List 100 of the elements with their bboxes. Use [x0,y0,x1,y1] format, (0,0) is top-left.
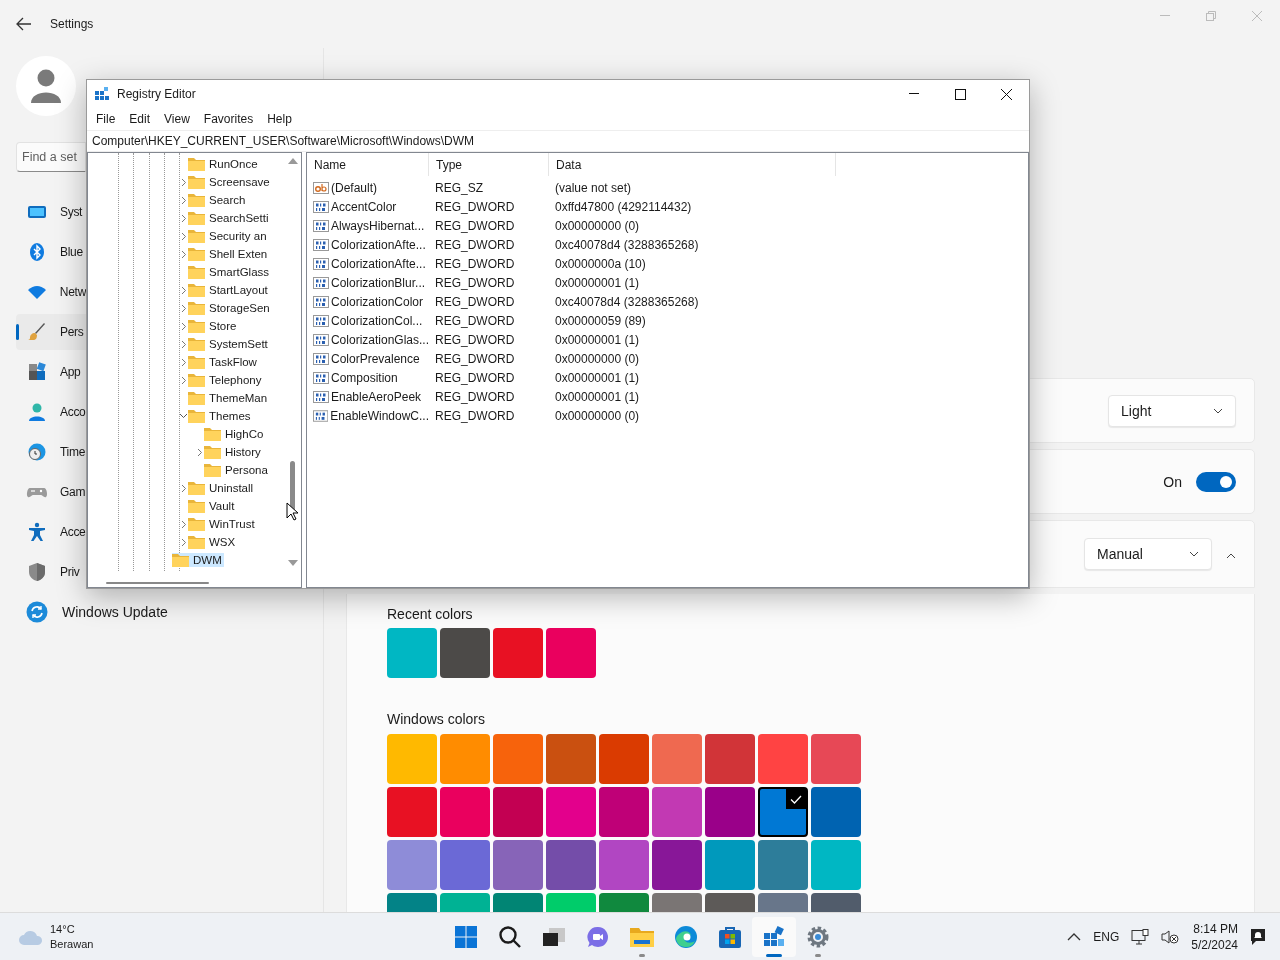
clock-date[interactable]: 5/2/2024 [1191,936,1238,953]
nav-item[interactable]: Pers [16,314,86,350]
tree-item[interactable]: Store [188,319,239,333]
nav-item[interactable]: Acce [16,514,86,550]
color-swatch[interactable] [546,787,596,837]
color-swatch[interactable] [652,840,702,890]
nav-item[interactable]: Syst [16,194,86,230]
column-header[interactable]: Name [307,153,429,176]
nav-item[interactable]: Blue [16,234,86,270]
menu-item[interactable]: File [89,112,123,126]
tree-item[interactable]: Persona [204,463,270,477]
nav-item[interactable]: App [16,354,86,390]
tree-item[interactable]: Shell Exten [188,247,270,261]
tree-item[interactable]: Search [188,193,248,207]
color-swatch[interactable] [705,840,755,890]
scroll-down-icon[interactable] [288,560,298,566]
color-swatch[interactable] [758,840,808,890]
color-swatch[interactable] [493,787,543,837]
color-swatch[interactable] [440,628,490,678]
tree-item[interactable]: HighCo [204,427,266,441]
settings-icon[interactable] [806,924,830,949]
tree-item[interactable]: Screensave [188,175,272,189]
search-field[interactable]: Find a set [16,142,86,172]
tree-item[interactable]: TaskFlow [188,355,259,369]
back-arrow-icon[interactable] [16,17,32,31]
value-name[interactable]: ColorPrevalence [331,351,420,366]
language-indicator[interactable]: ENG [1093,929,1120,944]
color-swatch[interactable] [811,787,861,837]
tree-item[interactable]: History [204,445,263,459]
value-name[interactable]: ColorizationAfte... [331,256,426,271]
menu-item[interactable]: Help [260,112,299,126]
clock-time[interactable]: 8:14 PM [1193,920,1238,937]
expand-icon[interactable] [180,357,187,367]
value-name[interactable]: EnableWindowC... [330,408,429,423]
value-name[interactable]: AlwaysHibernat... [331,218,425,233]
expand-icon[interactable] [180,195,187,205]
expand-icon[interactable] [180,213,187,223]
store-icon[interactable] [718,924,742,949]
start-icon[interactable] [454,924,478,949]
dropdown[interactable]: Light [1108,394,1236,427]
expand-icon[interactable] [180,285,187,295]
tree-item[interactable]: Telephony [188,373,264,387]
tree-item[interactable]: StartLayout [188,283,270,297]
expand-icon[interactable] [180,321,187,331]
tree-item[interactable]: DWM [172,553,224,567]
expand-icon[interactable] [180,231,187,241]
color-swatch[interactable] [493,734,543,784]
toggle-switch[interactable] [1196,471,1236,492]
expand-icon[interactable] [180,303,187,313]
column-header[interactable]: Type [429,153,549,176]
color-swatch[interactable] [387,840,437,890]
browser-icon[interactable] [674,924,698,949]
tree-item[interactable]: Vault [188,499,237,513]
color-swatch[interactable] [493,628,543,678]
color-swatch[interactable] [599,787,649,837]
color-swatch[interactable] [599,734,649,784]
color-swatch[interactable] [758,787,808,837]
menu-item[interactable]: View [157,112,197,126]
tree-item[interactable]: WinTrust [188,517,257,531]
nav-item[interactable]: Windows Update [16,594,306,630]
tree-item[interactable]: SmartGlass [188,265,272,279]
color-swatch[interactable] [811,840,861,890]
value-name[interactable]: ColorizationColor [331,294,424,309]
color-swatch[interactable] [811,734,861,784]
tree-item[interactable]: StorageSen [188,301,272,315]
color-swatch[interactable] [758,734,808,784]
expand-icon[interactable] [180,483,187,493]
color-swatch[interactable] [546,840,596,890]
color-swatch[interactable] [440,840,490,890]
tree-item[interactable]: ThemeMan [188,391,270,405]
color-swatch[interactable] [440,787,490,837]
expand-icon[interactable] [180,249,187,259]
tree-item[interactable]: Security an [188,229,269,243]
color-swatch[interactable] [546,734,596,784]
column-header[interactable]: Data [549,153,836,176]
expand-icon[interactable] [180,519,187,529]
display-icon[interactable] [1131,928,1150,945]
color-swatch[interactable] [705,787,755,837]
address-bar[interactable]: Computer\HKEY_CURRENT_USER\Software\Microsoft\Windows\DWM [87,130,1029,152]
notification-icon[interactable] [1250,927,1266,946]
scroll-up-icon[interactable] [288,158,298,164]
expand-icon[interactable] [180,537,187,547]
tree-item[interactable]: SearchSetti [188,211,271,225]
color-swatch[interactable] [705,734,755,784]
muted-speaker-icon[interactable] [1161,928,1180,945]
menu-item[interactable]: Favorites [196,112,261,126]
menu-item[interactable]: Edit [122,112,158,126]
search-icon[interactable] [498,924,522,949]
nav-item[interactable]: Netw [16,274,86,310]
value-name[interactable]: ColorizationGlas... [330,332,429,347]
tree-item[interactable]: Themes [188,409,253,423]
collapse-icon[interactable] [179,413,188,419]
nav-item[interactable]: Acco [16,394,86,430]
value-name[interactable]: EnableAeroPeek [331,389,422,404]
tree-item[interactable]: RunOnce [188,157,260,171]
color-swatch[interactable] [546,628,596,678]
color-swatch[interactable] [652,734,702,784]
nav-item[interactable]: Time [16,434,86,470]
scrollbar[interactable] [106,582,209,584]
expand-icon[interactable] [180,375,187,385]
